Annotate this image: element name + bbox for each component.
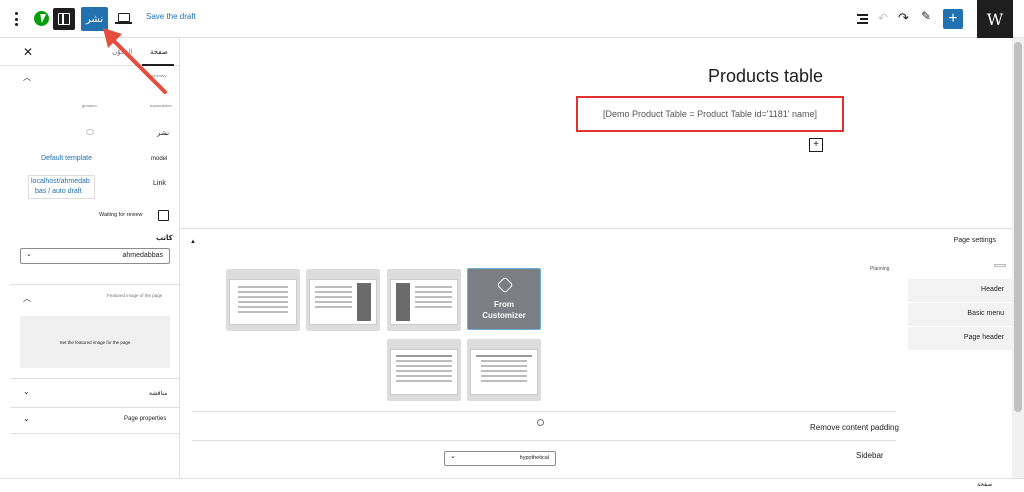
template-value[interactable]: Default template xyxy=(41,155,92,162)
save-draft-button[interactable]: Save the draft xyxy=(146,12,196,21)
shortcode-block[interactable]: [Demo Product Table = Product Table id='… xyxy=(576,96,844,132)
sidebar-toggle-icon[interactable] xyxy=(53,8,75,30)
panel-divider xyxy=(10,378,179,379)
row-divider xyxy=(192,440,896,441)
permalink-field[interactable]: localhost/ahmedab bas / auto draft xyxy=(28,175,95,199)
chevron-up-icon[interactable]: ︿ xyxy=(23,293,31,304)
tab-page-header[interactable]: Page header xyxy=(908,327,1012,351)
layout-option-full-width[interactable] xyxy=(226,269,300,331)
sidebar-setting-label: Sidebar xyxy=(856,451,884,460)
author-value: ahmedabbas xyxy=(122,252,163,259)
tab-layout[interactable] xyxy=(908,255,1012,279)
customizer-line-1: From xyxy=(494,300,514,309)
pending-review-label: Waiting for review xyxy=(99,212,143,218)
discussion-panel-title[interactable]: مناقشة xyxy=(149,390,167,397)
permalink-line-1: localhost/ahmedab xyxy=(31,178,90,185)
chevron-down-icon[interactable]: ⌄ xyxy=(23,387,30,396)
status-tiny-right: hopscotcher xyxy=(150,103,172,108)
remove-padding-toggle[interactable] xyxy=(537,419,544,426)
featured-image-panel-title[interactable]: Featured image of the page xyxy=(107,293,162,298)
desktop-preview-icon[interactable] xyxy=(115,13,132,24)
editor-toolbar: نشر Save the draft ↶ ↷ ✎ + W xyxy=(0,0,1024,38)
featured-image-button-label: Set the featured image for the page xyxy=(59,339,131,345)
tab-header-label: Header xyxy=(981,286,1004,293)
list-view-icon[interactable] xyxy=(857,14,868,24)
tab-page-header-label: Page header xyxy=(963,334,1004,341)
set-featured-image-button[interactable]: Set the featured image for the page xyxy=(20,316,170,368)
planning-label: Planning xyxy=(870,266,890,272)
layout-option-left-sidebar[interactable] xyxy=(387,269,461,331)
editor-scrollbar[interactable] xyxy=(1012,38,1024,478)
add-block-inline-button[interactable]: + xyxy=(809,138,823,152)
layout-option-right-sidebar[interactable] xyxy=(306,269,380,331)
shortcode-text[interactable]: [Demo Product Table = Product Table id='… xyxy=(603,109,817,119)
layout-option-from-customizer[interactable]: From Customizer xyxy=(467,268,541,330)
chevron-down-icon: ⌄ xyxy=(26,251,32,258)
chevron-up-icon[interactable]: ︿ xyxy=(23,72,31,83)
more-options-icon[interactable] xyxy=(10,10,22,28)
layout-option-boxed[interactable] xyxy=(387,339,461,401)
sidebar-select[interactable]: ⌄ hypothetical xyxy=(444,451,556,466)
sidebar-select-value: hypothetical xyxy=(519,455,549,461)
layout-tab-icon xyxy=(994,264,1006,267)
pending-review-checkbox[interactable] xyxy=(158,210,169,221)
visibility-toggle[interactable] xyxy=(86,129,94,135)
footer-breadcrumb[interactable]: صفحة xyxy=(977,481,992,488)
metabox-collapse-icon[interactable]: ▲ xyxy=(190,239,196,245)
active-tab-indicator xyxy=(142,64,174,66)
author-label: كاتب xyxy=(156,235,173,242)
chevron-down-icon: ⌄ xyxy=(450,453,456,460)
tab-basic-menu[interactable]: Basic menu xyxy=(908,303,1012,327)
permalink-line-2: bas / auto draft xyxy=(35,188,82,195)
layout-option-narrow[interactable] xyxy=(467,339,541,401)
undo-icon[interactable]: ↶ xyxy=(878,11,888,25)
page-settings-title[interactable]: Page settings xyxy=(954,237,996,244)
sidebar-tabs: ✕ المكوّن صفحة xyxy=(0,38,179,66)
page-settings-metabox: ▲ Page settings Planning Header Basic me… xyxy=(180,228,1012,478)
chevron-down-icon[interactable]: ⌄ xyxy=(23,414,30,423)
panel-divider xyxy=(10,284,179,285)
tab-basic-menu-label: Basic menu xyxy=(967,310,1004,317)
pencil-icon[interactable]: ✎ xyxy=(921,9,931,23)
author-select[interactable]: ⌄ ahmedabbas xyxy=(20,248,170,264)
publish-status-label: نشر xyxy=(157,130,170,137)
redo-icon[interactable]: ↷ xyxy=(898,10,909,26)
remove-padding-label: Remove content padding xyxy=(810,423,899,432)
tab-block[interactable]: المكوّن xyxy=(112,48,133,56)
customizer-icon xyxy=(496,276,514,294)
row-divider xyxy=(192,411,896,412)
editor-canvas: Products table [Demo Product Table = Pro… xyxy=(180,38,1012,228)
summary-panel-title[interactable]: summary xyxy=(150,73,166,78)
page-properties-panel-title[interactable]: Page properties xyxy=(124,416,166,422)
publish-button[interactable]: نشر xyxy=(81,7,108,31)
status-tiny-left: grnnano xyxy=(82,103,97,108)
editor-footer: صفحة xyxy=(0,478,1024,492)
template-label: model xyxy=(151,156,168,162)
tab-page[interactable]: صفحة xyxy=(150,48,168,56)
jetpack-icon[interactable] xyxy=(34,11,49,26)
customizer-line-2: Customizer xyxy=(482,311,526,320)
add-block-button[interactable]: + xyxy=(943,9,963,29)
scrollbar-thumb[interactable] xyxy=(1014,42,1022,412)
close-icon[interactable]: ✕ xyxy=(23,45,33,59)
settings-vertical-tabs: Header Basic menu Page header xyxy=(908,255,1012,355)
panel-divider xyxy=(10,433,179,434)
wordpress-logo[interactable]: W xyxy=(977,0,1013,38)
tab-header[interactable]: Header xyxy=(908,279,1012,303)
post-title[interactable]: Products table xyxy=(708,66,823,87)
panel-divider xyxy=(10,407,179,408)
link-label: Link xyxy=(153,180,166,187)
settings-sidebar: ✕ المكوّن صفحة ︿ summary grnnano hopscot… xyxy=(0,38,180,478)
